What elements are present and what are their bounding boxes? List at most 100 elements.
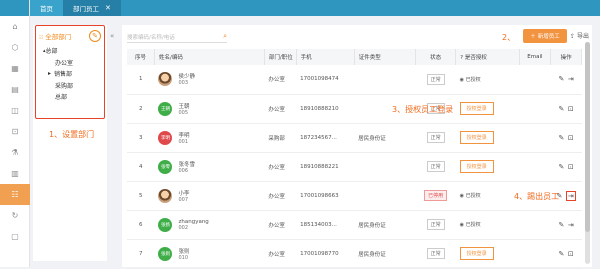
authorized-label: 已授权 <box>465 76 481 83</box>
department-item[interactable]: 总部 <box>39 91 101 103</box>
authorize-login-button[interactable]: 授权登录 <box>459 102 494 115</box>
department-cell: 办公室 <box>264 65 297 95</box>
close-icon[interactable]: ✕ <box>105 4 111 12</box>
table-row[interactable]: 3 李明 李明 001 采购部 187234567... 居民身份证 正常 授权登录 ✎ ⊡ <box>127 123 582 153</box>
department-cell: 办公室 <box>264 210 297 240</box>
collapse-panel-icon[interactable]: « <box>110 32 114 40</box>
department-tree-highlight: ⁝⁝ 全部部门 ✎ ▴ 总部 办公室 ▸ 销售部 采购部 总部 <box>35 25 105 119</box>
employee-code: 003 <box>178 80 189 87</box>
lock-icon[interactable]: ⊡ <box>568 105 574 113</box>
edit-icon[interactable]: ✎ <box>559 163 565 171</box>
department-item-label: 总部 <box>45 48 58 56</box>
department-item[interactable]: ▸ 销售部 <box>39 68 101 80</box>
tab-department-staff-label: 部门员工 <box>73 5 99 13</box>
cert-type-cell <box>354 65 416 95</box>
edit-icon[interactable]: ✎ <box>559 75 565 83</box>
employee-code: 001 <box>178 138 189 145</box>
chart-icon[interactable]: ▥ <box>0 163 30 184</box>
employee-name: 张冬雪 <box>178 161 195 168</box>
logout-icon[interactable]: ⇥ <box>568 75 574 83</box>
column-header: 手机 <box>296 49 355 65</box>
lock-icon[interactable]: ⊡ <box>568 163 574 171</box>
logout-icon[interactable]: ⇥ <box>568 221 574 229</box>
edit-icon[interactable]: ✎ <box>559 105 565 113</box>
status-badge: 正常 <box>426 161 445 172</box>
annotation-authorize-login: 3、授权员工登录 <box>392 105 454 114</box>
table-row[interactable]: 1 侯少静 003 办公室 17001098474 正常 ◉ 已授权 ✎ ⇥ <box>127 65 582 95</box>
search-input[interactable]: 搜索编码/名称/电话 ⌕ <box>127 31 227 43</box>
flask-icon[interactable]: ⚗ <box>0 142 30 163</box>
row-number: 1 <box>127 65 155 95</box>
authorized-status[interactable]: ◉ 已授权 <box>460 193 481 199</box>
column-header: 姓名/编码 <box>154 49 265 65</box>
avatar: 李明 <box>158 130 173 145</box>
name-cell: 张零 张冬雪 006 <box>154 152 265 182</box>
table-row[interactable]: 6 张扬 zhangyang 002 办公室 185134003... 居民身份证 正常 ◉ 已… <box>127 210 582 240</box>
annotation-kick-employee: 4、踢出员工 <box>514 192 560 201</box>
department-cell: 办公室 <box>264 152 297 182</box>
authorize-login-button[interactable]: 授权登录 <box>459 160 494 173</box>
status-cell: 正常 <box>415 65 456 95</box>
status-cell: 正常 <box>415 210 456 240</box>
employee-code: 005 <box>178 109 189 116</box>
name-cell: 张则 张则 010 <box>154 239 265 269</box>
employee-panel: 搜索编码/名称/电话 ⌕ ＋新增员工 ⇪ 导出 序号 姓名/编码 部门/职位 手机 证件… <box>122 25 592 269</box>
tab-home[interactable]: 首页 <box>30 0 63 16</box>
refresh-icon[interactable]: ↻ <box>0 205 30 226</box>
home-icon[interactable]: ⌂ <box>0 16 30 37</box>
column-header: 操作 <box>550 49 582 65</box>
name-cell: 李明 李明 001 <box>154 123 265 153</box>
email-cell <box>519 210 551 240</box>
table-row[interactable]: 7 张则 张则 010 办公室 17001098770 居民身份证 正常 授权登录 ✎ ⊡ <box>127 239 582 269</box>
authorized-status[interactable]: ◉ 已授权 <box>460 77 481 83</box>
column-header-label: 序号 <box>134 55 146 61</box>
chevron-right-icon[interactable]: ▸ <box>48 70 51 77</box>
actions-cell: ✎ ⊡ <box>550 152 582 182</box>
department-item[interactable]: ▴ 总部 <box>39 45 101 57</box>
row-number: 2 <box>127 94 155 124</box>
search-placeholder: 搜索编码/名称/电话 <box>127 34 175 41</box>
row-number: 6 <box>127 210 155 240</box>
cert-type-cell: 居民身份证 <box>354 239 416 269</box>
edit-icon[interactable]: ✎ <box>559 134 565 142</box>
edit-icon[interactable]: ✎ <box>559 221 565 229</box>
logout-icon[interactable]: ⇥ <box>565 190 576 201</box>
authorize-login-button[interactable]: 授权登录 <box>459 247 494 260</box>
staff-icon[interactable]: ☷ <box>0 184 30 205</box>
email-cell <box>519 65 551 95</box>
lock-icon[interactable]: ⊡ <box>568 134 574 142</box>
box-icon[interactable]: ◫ <box>0 100 30 121</box>
table-row[interactable]: 4 张零 张冬雪 006 办公室 18910888221 正常 授权登录 ✎ ⊡ <box>127 152 582 182</box>
lock-icon[interactable]: ⊡ <box>0 121 30 142</box>
department-item-label: 总部 <box>55 94 68 102</box>
calendar-icon[interactable]: ▤ <box>0 79 30 100</box>
edit-icon[interactable]: ✎ <box>559 250 565 258</box>
building-icon[interactable]: ▦ <box>0 58 30 79</box>
avatar <box>158 72 173 87</box>
department-item[interactable]: 办公室 <box>39 57 101 69</box>
doc-icon[interactable]: ▢ <box>0 226 30 247</box>
authorized-status[interactable]: ◉ 已授权 <box>460 222 481 228</box>
employee-code: 007 <box>178 196 189 203</box>
row-number: 5 <box>127 181 155 211</box>
department-item[interactable]: 采购部 <box>39 80 101 92</box>
cert-type-cell <box>354 152 416 182</box>
cube-icon[interactable]: ⬡ <box>0 37 30 58</box>
lock-icon[interactable]: ⊡ <box>568 250 574 258</box>
actions-cell: ✎ ⇥ <box>550 65 582 95</box>
employee-name: 张则 <box>178 248 190 255</box>
export-icon: ⇪ <box>570 33 576 40</box>
scrollbar-thumb[interactable] <box>585 42 590 232</box>
export-button[interactable]: ⇪ 导出 <box>570 31 589 40</box>
table-row[interactable]: 2 王朝 王朝 005 办公室 18910888210 正常 授权登录 ✎ ⊡ <box>127 94 582 124</box>
employee-name: 小李 <box>178 190 190 197</box>
all-departments-label[interactable]: ⁝⁝ 全部部门 <box>39 31 71 41</box>
status-badge: 正常 <box>426 132 445 143</box>
search-icon[interactable]: ⌕ <box>223 32 227 41</box>
tab-department-staff[interactable]: 部门员工 ✕ <box>63 0 121 16</box>
actions-cell: ✎ ⊡ <box>550 239 582 269</box>
authorize-login-button[interactable]: 授权登录 <box>459 131 494 144</box>
email-cell <box>519 94 551 124</box>
edit-department-icon[interactable]: ✎ <box>89 30 101 42</box>
add-employee-button[interactable]: ＋新增员工 <box>523 29 567 43</box>
